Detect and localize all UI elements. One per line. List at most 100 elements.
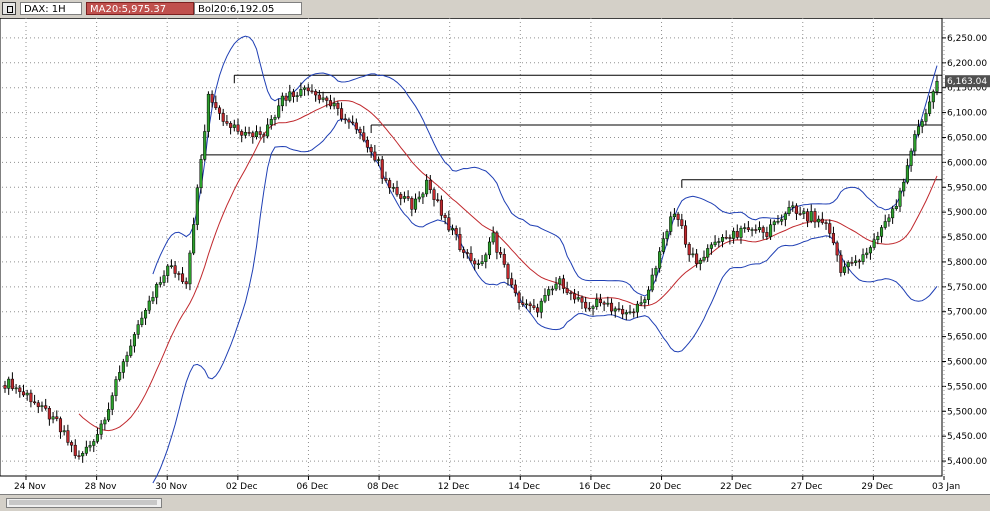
candle-body bbox=[229, 123, 233, 128]
candle-body bbox=[77, 455, 81, 457]
candle-body bbox=[51, 416, 55, 420]
candle-body bbox=[58, 418, 63, 433]
candle-body bbox=[177, 273, 181, 275]
candle-body bbox=[314, 91, 318, 96]
candle-body bbox=[698, 259, 702, 264]
price-chart[interactable]: 5,400.00 5,450.00 5,500.00 5,550.00 5,600.00… bbox=[0, 17, 990, 494]
candle-body bbox=[325, 97, 329, 101]
candle-body bbox=[3, 385, 7, 389]
candle-body bbox=[450, 228, 455, 231]
candle-body bbox=[639, 302, 643, 305]
candle-body bbox=[103, 419, 107, 425]
candle-body bbox=[609, 302, 614, 312]
candle-body bbox=[251, 132, 255, 138]
candle-body bbox=[735, 231, 739, 238]
candle-body bbox=[831, 233, 835, 244]
candle-body bbox=[169, 265, 173, 267]
candle-body bbox=[728, 237, 732, 239]
scrollbar-thumb[interactable] bbox=[9, 500, 157, 505]
candle-body bbox=[580, 297, 584, 303]
candle-body bbox=[55, 416, 59, 419]
horizontal-scrollbar[interactable] bbox=[6, 498, 162, 508]
x-tick-label: 30 Nov bbox=[155, 482, 188, 492]
candle-body bbox=[299, 89, 303, 96]
candle-body bbox=[850, 262, 854, 264]
candle-body bbox=[225, 121, 229, 124]
candle-body bbox=[321, 97, 325, 100]
candle-body bbox=[343, 118, 347, 121]
candle-body bbox=[136, 324, 140, 335]
candle-body bbox=[787, 207, 791, 214]
candle-body bbox=[550, 288, 554, 291]
candle-body bbox=[402, 196, 406, 199]
candle-body bbox=[558, 278, 562, 285]
candle-body bbox=[354, 122, 358, 130]
candle-body bbox=[462, 249, 466, 253]
candle-body bbox=[162, 275, 166, 283]
candle-body bbox=[303, 87, 307, 90]
candle-body bbox=[754, 229, 758, 231]
candle-body bbox=[569, 292, 573, 295]
candle-body bbox=[928, 101, 932, 114]
candle-body bbox=[40, 405, 44, 408]
candle-body bbox=[635, 303, 639, 313]
candle-body bbox=[484, 254, 488, 262]
candle-body bbox=[143, 310, 148, 319]
candle-body bbox=[769, 224, 773, 237]
ma-indicator-label[interactable]: MA20:5,975.37 bbox=[86, 2, 194, 15]
y-tick-label: 6,050.00 bbox=[947, 133, 987, 143]
candle-body bbox=[587, 307, 591, 310]
candle-body bbox=[84, 446, 88, 454]
y-tick-label: 5,400.00 bbox=[947, 457, 987, 467]
y-tick-label: 5,450.00 bbox=[947, 432, 987, 442]
candle-body bbox=[273, 117, 277, 120]
candle-body bbox=[129, 345, 133, 356]
y-tick-label: 6,100.00 bbox=[947, 109, 987, 119]
candle-body bbox=[706, 248, 710, 258]
y-tick-label: 5,850.00 bbox=[947, 233, 987, 243]
chart-header-bar: DAX: 1H MA20:5,975.37 Bol20:6,192.05 bbox=[0, 0, 990, 19]
bollinger-indicator-label[interactable]: Bol20:6,192.05 bbox=[194, 2, 302, 15]
candle-body bbox=[155, 284, 159, 298]
candle-body bbox=[935, 80, 939, 92]
candle-body bbox=[824, 222, 828, 224]
candle-body bbox=[443, 215, 447, 218]
candle-body bbox=[66, 430, 70, 443]
candle-body bbox=[262, 134, 266, 137]
candle-body bbox=[373, 151, 377, 161]
symbol-label[interactable]: DAX: 1H bbox=[20, 2, 82, 15]
candle-body bbox=[18, 387, 22, 392]
y-tick-label: 6,250.00 bbox=[947, 34, 987, 44]
candle-body bbox=[140, 317, 144, 325]
candle-body bbox=[687, 243, 691, 256]
candle-body bbox=[33, 401, 37, 404]
candle-body bbox=[388, 180, 392, 188]
y-tick-label: 5,650.00 bbox=[947, 333, 987, 343]
candle-body bbox=[791, 205, 795, 208]
candle-body bbox=[21, 391, 26, 396]
candle-body bbox=[846, 262, 850, 268]
candle-body bbox=[643, 299, 647, 303]
candle-body bbox=[817, 218, 821, 223]
candle-body bbox=[73, 444, 77, 456]
candle-body bbox=[395, 187, 399, 195]
candle-body bbox=[913, 134, 917, 152]
y-tick-label: 5,550.00 bbox=[947, 382, 987, 392]
candle-body bbox=[317, 94, 321, 100]
x-tick-label: 08 Dec bbox=[367, 482, 399, 492]
candle-body bbox=[776, 220, 780, 223]
candle-body bbox=[898, 190, 902, 207]
y-tick-label: 6,000.00 bbox=[947, 158, 987, 168]
candle-body bbox=[121, 361, 125, 373]
candle-body bbox=[266, 124, 270, 137]
candle-body bbox=[240, 131, 244, 136]
y-tick-label: 5,600.00 bbox=[947, 358, 987, 368]
candle-body bbox=[88, 445, 92, 448]
candle-body bbox=[680, 219, 684, 227]
candle-body bbox=[595, 298, 599, 307]
chart-menu-icon[interactable] bbox=[2, 2, 16, 15]
candle-body bbox=[761, 227, 765, 233]
candle-body bbox=[561, 278, 566, 289]
candle-body bbox=[410, 198, 414, 210]
candle-body bbox=[151, 297, 155, 302]
